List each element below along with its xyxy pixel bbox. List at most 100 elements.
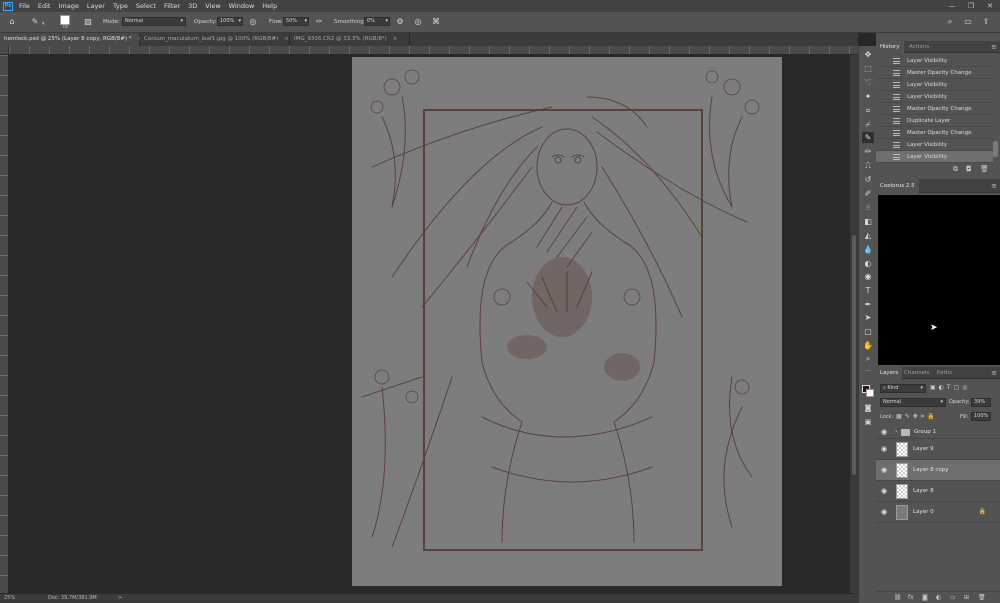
tab-actions[interactable]: Actions	[905, 41, 933, 53]
history-item[interactable]: Layer Visibility	[876, 79, 993, 91]
tab-conium-leaf[interactable]: Conium_maculatum_leaf1.jpg @ 100% (RGB/8…	[140, 33, 290, 46]
fill-field[interactable]: 100%	[971, 412, 991, 421]
history-item[interactable]: Layer Visibility	[876, 55, 993, 67]
adjustment-layer-icon[interactable]: ◐	[936, 594, 941, 601]
home-icon[interactable]: ⌂	[7, 17, 17, 27]
fx-icon[interactable]: fx	[908, 594, 914, 601]
more-tools-icon[interactable]: ···	[862, 366, 874, 377]
pressure-opacity-icon[interactable]: ◎	[248, 17, 258, 27]
layer-row[interactable]: ◉ Layer 0 🔒	[876, 502, 1000, 523]
tab-hemlock[interactable]: hemlock.psd @ 25% (Layer 8 copy, RGB/8#)…	[0, 33, 142, 46]
tab-colorus[interactable]: Coolorus 2.5	[876, 179, 919, 193]
menu-layer[interactable]: Layer	[87, 2, 105, 10]
layer-filter-select[interactable]: ⌕ Kind ▾	[880, 384, 926, 393]
background-color-swatch[interactable]	[866, 389, 874, 397]
menu-window[interactable]: Window	[229, 2, 255, 10]
new-group-icon[interactable]: ▭	[950, 594, 956, 601]
panel-menu-icon[interactable]: ≡	[991, 41, 997, 53]
brush-tool-preset-icon[interactable]: ✎	[30, 17, 40, 27]
history-item[interactable]: Layer Visibility	[876, 139, 993, 151]
scrollbar-thumb[interactable]	[852, 235, 856, 475]
rectangle-tool-icon[interactable]: ▢	[862, 326, 874, 337]
trash-icon[interactable]: 🗑	[978, 594, 986, 601]
mixer-brush-tool-icon[interactable]: ✐	[862, 188, 874, 199]
sponge-tool-icon[interactable]: ◉	[862, 271, 874, 282]
close-icon[interactable]: ×	[393, 36, 398, 42]
symmetry-icon[interactable]: ⌘	[431, 17, 441, 27]
smoothing-field[interactable]: 0% ▾	[364, 17, 390, 26]
screen-mode-icon[interactable]: ▣	[862, 417, 874, 428]
eye-icon[interactable]: ◉	[881, 427, 887, 437]
search-icon[interactable]: ⌕	[945, 17, 955, 27]
menu-type[interactable]: Type	[113, 2, 128, 10]
tab-img-9316[interactable]: IMG_9316.CR2 @ 33.3% (RGB/8*) ×	[290, 33, 410, 46]
brush-tool-icon[interactable]: ✎	[862, 132, 874, 143]
opacity-field[interactable]: 100% ▾	[217, 17, 243, 26]
move-tool-icon[interactable]: ✥	[862, 49, 874, 60]
chevron-down-icon[interactable]: ▾	[42, 21, 45, 27]
blur-tool-icon[interactable]: 💧	[862, 244, 874, 255]
close-icon[interactable]: ×	[284, 36, 289, 42]
tab-layers[interactable]: Layers	[876, 367, 903, 379]
artboard-canvas[interactable]	[352, 57, 782, 586]
quick-mask-icon[interactable]: ◙	[862, 403, 874, 414]
layer-row[interactable]: ◉ Layer 9	[876, 439, 1000, 460]
crop-tool-icon[interactable]: ⌗	[862, 105, 874, 116]
hand-tool-icon[interactable]: ✋	[862, 340, 874, 351]
menu-view[interactable]: View	[205, 2, 220, 10]
tab-paths[interactable]: Paths	[933, 367, 956, 379]
marquee-tool-icon[interactable]: ⬚	[862, 63, 874, 74]
vertical-scrollbar[interactable]	[850, 55, 858, 593]
lock-icon[interactable]: 🔒	[979, 508, 986, 515]
dodge-tool-icon[interactable]: ◐	[862, 258, 874, 269]
airbrush-icon[interactable]: ✑	[314, 17, 324, 27]
link-layers-icon[interactable]: ⛓	[894, 594, 902, 601]
panel-menu-icon[interactable]: ≡	[991, 367, 997, 379]
pressure-size-icon[interactable]: ◎	[413, 17, 423, 27]
blend-mode-select[interactable]: Normal ▾	[880, 398, 946, 407]
pencil-tool-icon[interactable]: ✏	[862, 146, 874, 157]
eraser-tool-icon[interactable]: ◧	[862, 216, 874, 227]
pen-tool-icon[interactable]: ✒	[862, 299, 874, 310]
smudge-tool-icon[interactable]: ☝	[862, 202, 874, 213]
layer-group-row[interactable]: ◉ › Group 1	[876, 425, 1000, 439]
history-item[interactable]: Duplicate Layer	[876, 115, 993, 127]
colorus-color-wheel-area[interactable]: ➤	[878, 195, 1000, 365]
history-item[interactable]: Master Opacity Change	[876, 103, 993, 115]
history-scrollbar-thumb[interactable]	[993, 141, 998, 157]
gear-icon[interactable]: ⚙	[395, 17, 405, 27]
close-window-button[interactable]: ✕	[981, 0, 999, 12]
eyedropper-tool-icon[interactable]: ⌿	[862, 119, 874, 130]
zoom-level[interactable]: 25%	[4, 594, 15, 603]
workspace-icon[interactable]: ▭	[963, 17, 973, 27]
menu-3d[interactable]: 3D	[188, 2, 197, 10]
tab-channels[interactable]: Channels	[900, 367, 933, 379]
type-tool-icon[interactable]: T	[862, 285, 874, 296]
photoshop-logo-icon[interactable]: Ps	[3, 1, 13, 11]
layer-row-selected[interactable]: ◉ Layer 8 copy	[876, 460, 1000, 481]
menu-help[interactable]: Help	[262, 2, 277, 10]
tab-history[interactable]: History	[876, 41, 904, 53]
history-item[interactable]: Master Opacity Change	[876, 127, 993, 139]
chevron-right-icon[interactable]: ›	[895, 428, 897, 435]
history-item-current[interactable]: Layer Visibility	[876, 151, 993, 163]
lock-options-icons[interactable]: ▦✎✥⌗🔒	[896, 413, 938, 421]
status-menu-arrow[interactable]: >	[118, 594, 122, 603]
menu-file[interactable]: File	[19, 2, 30, 10]
camera-snapshot-icon[interactable]: ◘	[966, 165, 972, 173]
layer-row[interactable]: ◉ Layer 8	[876, 481, 1000, 502]
eye-icon[interactable]: ◉	[881, 507, 887, 517]
history-item[interactable]: Master Opacity Change	[876, 67, 993, 79]
zoom-tool-icon[interactable]: ⌕	[862, 353, 874, 364]
eye-icon[interactable]: ◉	[881, 444, 887, 454]
menu-image[interactable]: Image	[58, 2, 78, 10]
magic-wand-tool-icon[interactable]: ✦	[862, 91, 874, 102]
layer-opacity-field[interactable]: 39%	[971, 398, 991, 407]
menu-edit[interactable]: Edit	[38, 2, 51, 10]
panel-menu-icon[interactable]: ≡	[991, 179, 997, 193]
history-brush-tool-icon[interactable]: ↺	[862, 174, 874, 185]
eye-icon[interactable]: ◉	[881, 486, 887, 496]
lasso-tool-icon[interactable]: ➰	[862, 77, 874, 88]
eye-icon[interactable]: ◉	[881, 465, 887, 475]
restore-button[interactable]: ❐	[962, 0, 980, 12]
